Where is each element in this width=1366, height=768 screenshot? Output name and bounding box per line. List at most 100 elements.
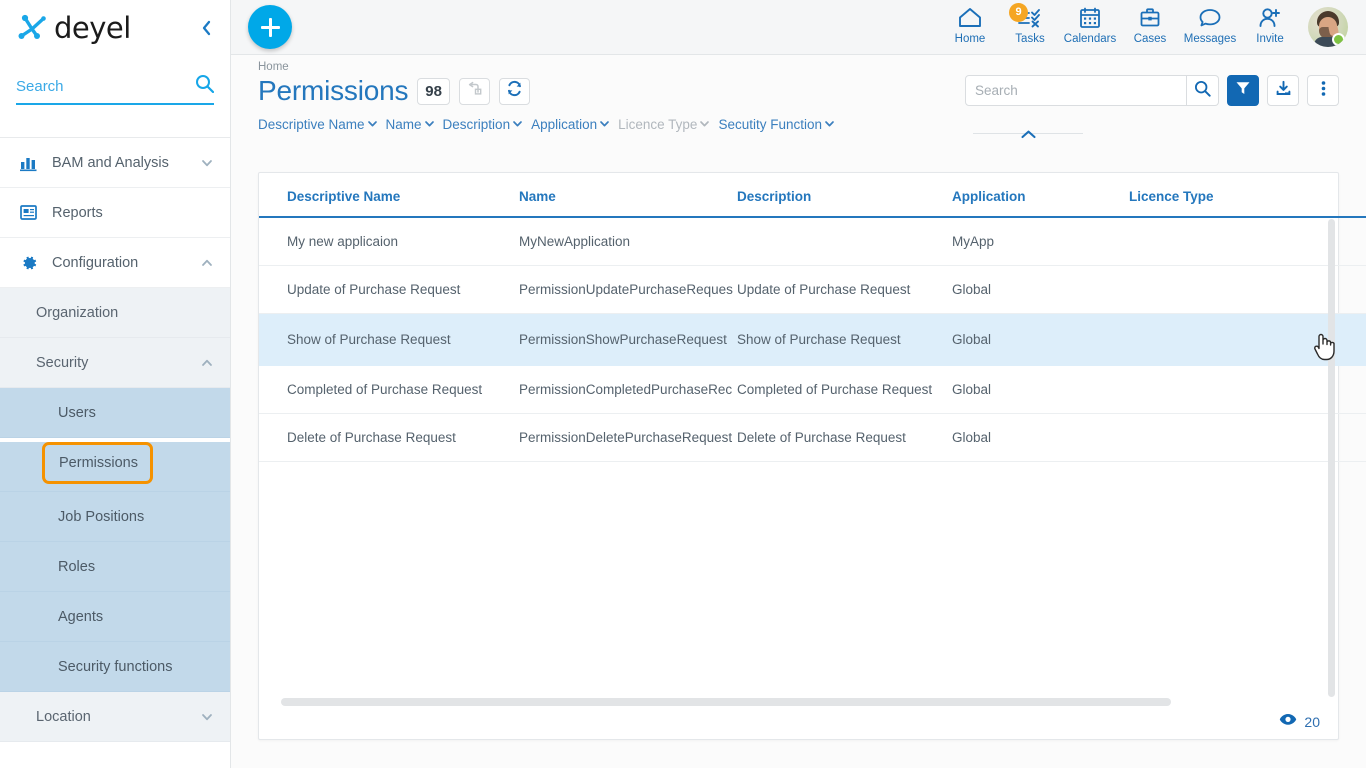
chevron-down-icon — [200, 710, 214, 724]
table-footer: 20 — [1279, 713, 1320, 731]
sidebar-item-label: Security — [36, 355, 200, 371]
vertical-scrollbar[interactable] — [1328, 219, 1335, 697]
sidebar-item-label: BAM and Analysis — [52, 155, 200, 171]
search-submit-button[interactable] — [1187, 75, 1219, 106]
column-header-descriptive-name[interactable]: Descriptive Name — [259, 173, 519, 217]
table-header-row: Descriptive Name Name Description Applic… — [259, 173, 1366, 217]
cell-name: PermissionUpdatePurchaseReques — [519, 266, 737, 314]
page-search[interactable] — [965, 75, 1187, 106]
cell-licence-type — [1129, 366, 1279, 414]
cell-actions — [1279, 414, 1366, 462]
sidebar-item-agents[interactable]: Agents — [0, 592, 230, 642]
filter-chip-description[interactable]: Description — [443, 117, 527, 132]
sidebar-item-label: Job Positions — [58, 509, 214, 525]
degel-logo-icon — [18, 13, 52, 43]
cell-actions — [1279, 266, 1366, 314]
topnav-item-cases[interactable]: Cases — [1120, 5, 1180, 50]
collapse-filters-icon[interactable] — [1020, 127, 1037, 145]
cell-description: Completed of Purchase Request — [737, 366, 952, 414]
avatar-wrapper[interactable] — [1304, 7, 1352, 50]
table-row[interactable]: My new applicaion MyNewApplication MyApp — [259, 217, 1366, 266]
sidebar-item-label: Users — [58, 405, 214, 421]
sidebar-search[interactable] — [16, 74, 214, 105]
column-header-licence-type[interactable]: Licence Type — [1129, 173, 1279, 217]
avatar[interactable] — [1308, 7, 1348, 47]
sidebar-item-bam-and-analysis[interactable]: BAM and Analysis — [0, 138, 230, 188]
sidebar-item-label: Configuration — [52, 255, 200, 271]
cell-licence-type — [1129, 414, 1279, 462]
top-bar: Home 9 Tasks — [231, 0, 1366, 55]
chevron-down-icon — [599, 117, 610, 132]
sidebar-item-label: Permissions — [59, 455, 138, 471]
topnav-label: Tasks — [1015, 33, 1044, 45]
cell-licence-type — [1129, 266, 1279, 314]
filter-chip-row: Descriptive Name Name Description Applic… — [231, 107, 1366, 132]
breadcrumb[interactable]: Home — [231, 55, 1366, 73]
sidebar-collapse-icon[interactable] — [196, 18, 216, 38]
sidebar-item-security-functions[interactable]: Security functions — [0, 642, 230, 692]
report-document-icon — [18, 203, 40, 223]
topnav-item-home[interactable]: Home — [940, 5, 1000, 50]
horizontal-scrollbar[interactable] — [281, 698, 1304, 706]
search-icon[interactable] — [195, 74, 214, 98]
search-input[interactable] — [975, 83, 1177, 98]
topnav-label: Messages — [1184, 33, 1236, 45]
topnav-item-calendars[interactable]: Calendars — [1060, 5, 1120, 50]
sidebar-item-users[interactable]: Users — [0, 388, 230, 438]
table-row[interactable]: Update of Purchase Request PermissionUpd… — [259, 266, 1366, 314]
page-header: Permissions 98 — [231, 73, 1366, 107]
sidebar-search-input[interactable] — [16, 78, 166, 95]
add-new-button[interactable] — [248, 5, 292, 49]
download-button[interactable] — [1267, 75, 1299, 106]
undo-button[interactable] — [459, 78, 490, 105]
sidebar-item-configuration[interactable]: Configuration — [0, 238, 230, 288]
main-content: Home 9 Tasks — [231, 0, 1366, 768]
filter-chip-secutity-function[interactable]: Secutity Function — [718, 117, 838, 132]
search-icon — [1194, 80, 1211, 102]
brand-logo[interactable]: deyel — [0, 0, 230, 56]
topnav-item-tasks[interactable]: 9 Tasks — [1000, 5, 1060, 50]
sidebar-item-roles[interactable]: Roles — [0, 542, 230, 592]
table-row[interactable]: Delete of Purchase Request PermissionDel… — [259, 414, 1366, 462]
refresh-button[interactable] — [499, 78, 530, 105]
chevron-up-icon — [200, 356, 214, 370]
filter-chip-descriptive-name[interactable]: Descriptive Name — [258, 117, 381, 132]
table-row[interactable]: Completed of Purchase Request Permission… — [259, 366, 1366, 414]
eye-icon[interactable] — [1279, 713, 1297, 731]
sidebar-item-organization[interactable]: Organization — [0, 288, 230, 338]
vertical-scrollbar-thumb[interactable] — [1328, 219, 1335, 697]
sidebar-item-reports[interactable]: Reports — [0, 188, 230, 238]
table-row-selected[interactable]: Show of Purchase Request PermissionShowP… — [259, 314, 1366, 366]
topnav-item-invite[interactable]: Invite — [1240, 5, 1300, 50]
brand-name: deyel — [54, 14, 131, 43]
bar-chart-icon — [18, 153, 40, 173]
column-header-description[interactable]: Description — [737, 173, 952, 217]
cell-description — [737, 217, 952, 266]
column-header-name[interactable]: Name — [519, 173, 737, 217]
filter-chip-name[interactable]: Name — [386, 117, 438, 132]
column-header-actions — [1279, 173, 1366, 217]
topnav-item-messages[interactable]: Messages — [1180, 5, 1240, 50]
more-vertical-icon — [1321, 80, 1326, 102]
cell-name: PermissionCompletedPurchaseRec — [519, 366, 737, 414]
sidebar-item-location[interactable]: Location — [0, 692, 230, 742]
sidebar-item-security[interactable]: Security — [0, 338, 230, 388]
column-header-application[interactable]: Application — [952, 173, 1129, 217]
cell-descriptive-name: Delete of Purchase Request — [259, 414, 519, 462]
chevron-down-icon — [424, 117, 435, 132]
horizontal-scrollbar-thumb[interactable] — [281, 698, 1171, 706]
sidebar-item-permissions[interactable]: Permissions — [42, 442, 153, 484]
sidebar-item-job-positions[interactable]: Job Positions — [0, 492, 230, 542]
filter-chip-licence-type: Licence Type — [618, 117, 713, 132]
cell-description: Delete of Purchase Request — [737, 414, 952, 462]
plus-icon — [261, 18, 280, 37]
briefcase-icon — [1138, 5, 1162, 31]
topnav-label: Invite — [1256, 33, 1284, 45]
data-table-card: Descriptive Name Name Description Applic… — [258, 172, 1339, 740]
filter-button[interactable] — [1227, 75, 1259, 106]
sidebar-item-label: Reports — [52, 205, 200, 221]
chat-bubble-icon — [1197, 5, 1223, 31]
filter-chip-application[interactable]: Application — [531, 117, 613, 132]
more-options-button[interactable] — [1307, 75, 1339, 106]
no-chevron — [200, 206, 214, 220]
